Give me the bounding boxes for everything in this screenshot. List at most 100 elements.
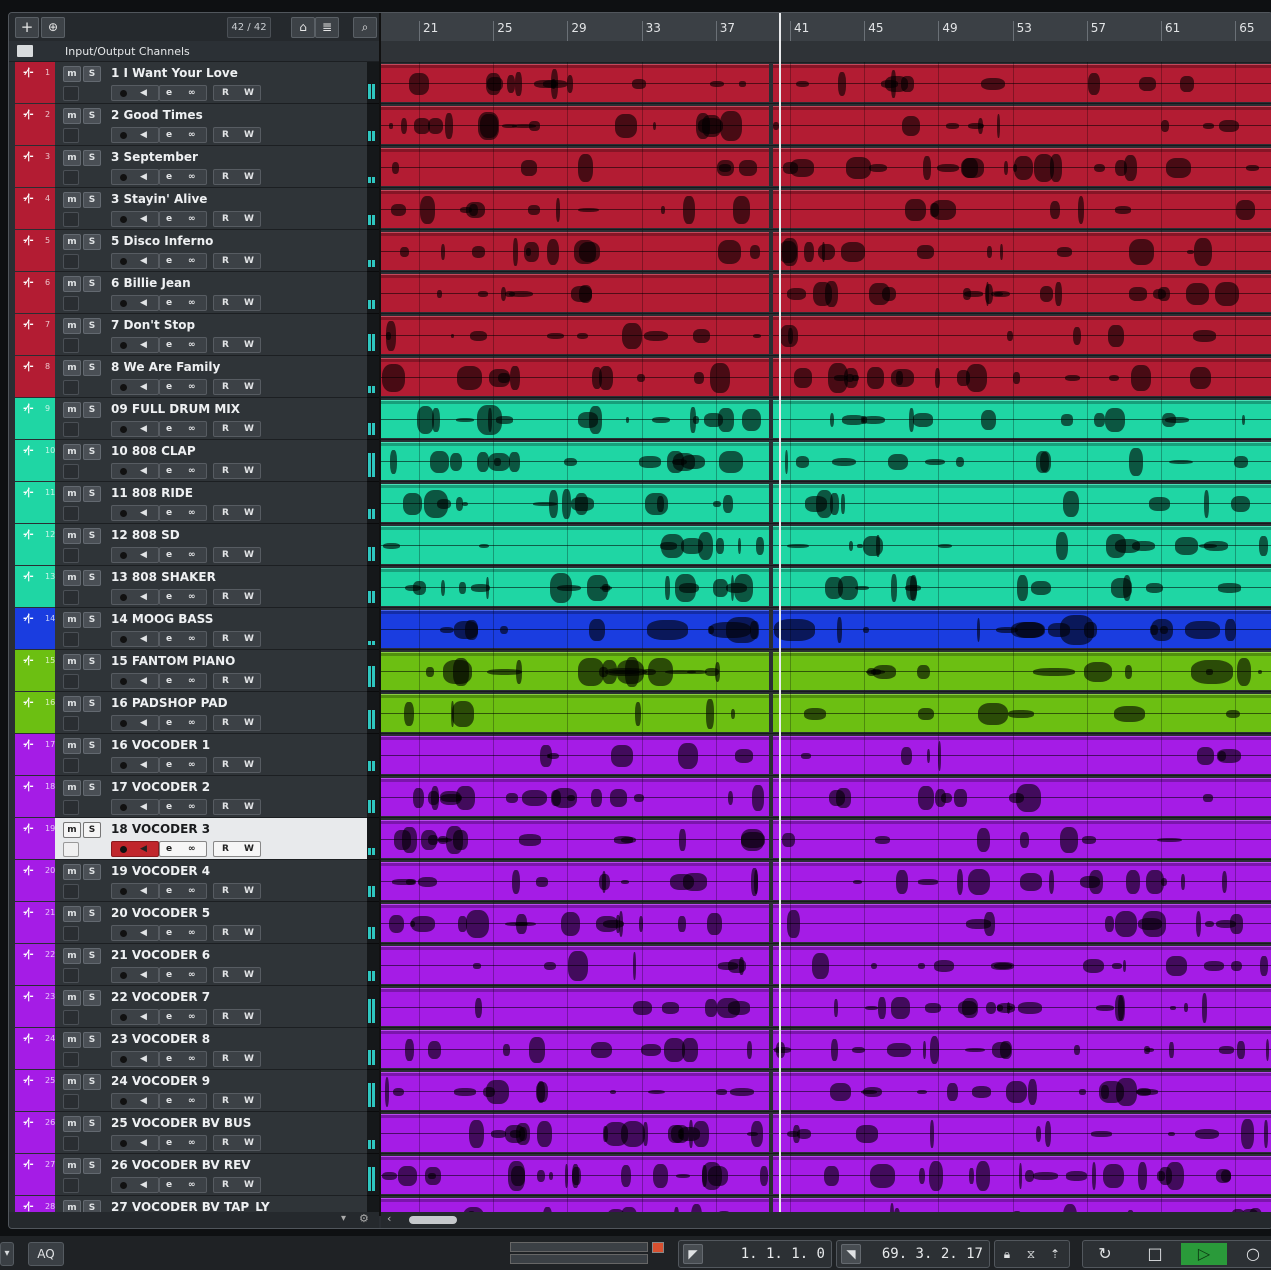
edit-icon[interactable]: e xyxy=(166,86,172,100)
track-color-strip[interactable]: -⁄|- 14 xyxy=(15,608,55,649)
track-row[interactable]: -⁄|- 27 m S 26 VOCODER BV REV ◀ e ∞ R W xyxy=(9,1154,1271,1196)
automation-group[interactable]: R W xyxy=(213,547,261,563)
solo-button[interactable]: S xyxy=(83,654,101,670)
track-lane[interactable] xyxy=(381,608,1271,650)
track-row[interactable]: -⁄|- 12 m S 12 808 SD ◀ e ∞ R W xyxy=(9,524,1271,566)
track-name[interactable]: 25 VOCODER BV BUS xyxy=(111,1116,251,1130)
ruler-bar-37[interactable]: 37 xyxy=(715,21,735,41)
track-header[interactable]: m S 2 Good Times ◀ e ∞ R W xyxy=(55,104,367,146)
read-button[interactable]: R xyxy=(222,1010,229,1024)
ruler-bar-21[interactable]: 21 xyxy=(419,21,438,41)
record-enable-icon[interactable] xyxy=(120,1098,127,1105)
edit-group[interactable]: e ∞ xyxy=(159,127,207,143)
track-header[interactable]: m S 19 VOCODER 4 ◀ e ∞ R W xyxy=(55,860,367,902)
audio-event[interactable] xyxy=(381,862,769,900)
track-header[interactable]: m S 11 808 RIDE ◀ e ∞ R W xyxy=(55,482,367,524)
track-lane[interactable] xyxy=(381,1196,1271,1212)
track-name[interactable]: 20 VOCODER 5 xyxy=(111,906,210,920)
read-button[interactable]: R xyxy=(222,716,229,730)
monitor-icon[interactable]: ◀ xyxy=(140,758,147,772)
left-locator-icon[interactable]: ◤ xyxy=(683,1244,703,1264)
record-enable-group[interactable]: ◀ xyxy=(111,589,159,605)
edit-group[interactable]: e ∞ xyxy=(159,85,207,101)
record-enable-icon[interactable] xyxy=(120,1056,127,1063)
ruler-bar-33[interactable]: 33 xyxy=(641,21,661,41)
track-select-checkbox[interactable] xyxy=(63,1094,79,1109)
record-enable-group[interactable]: ◀ xyxy=(111,379,159,395)
audio-event[interactable] xyxy=(773,484,1271,522)
track-row[interactable]: -⁄|- 13 m S 13 808 SHAKER ◀ e ∞ R W xyxy=(9,566,1271,608)
monitor-icon[interactable]: ◀ xyxy=(140,1094,147,1108)
track-row[interactable]: -⁄|- 8 m S 8 We Are Family ◀ e ∞ R W xyxy=(9,356,1271,398)
track-lane[interactable] xyxy=(381,650,1271,692)
link-icon[interactable]: ∞ xyxy=(188,254,196,268)
audio-event[interactable] xyxy=(773,652,1271,690)
read-button[interactable]: R xyxy=(222,380,229,394)
record-enable-group[interactable]: ◀ xyxy=(111,925,159,941)
track-color-strip[interactable]: -⁄|- 5 xyxy=(15,230,55,271)
audio-event[interactable] xyxy=(773,820,1271,858)
track-select-checkbox[interactable] xyxy=(63,86,79,101)
monitor-icon[interactable]: ◀ xyxy=(140,632,147,646)
gear-icon[interactable]: ⚙ xyxy=(359,1212,369,1225)
solo-button[interactable]: S xyxy=(83,1158,101,1174)
write-button[interactable]: W xyxy=(244,506,254,520)
ruler-lower-lane[interactable] xyxy=(381,41,1271,63)
write-button[interactable]: W xyxy=(244,968,254,982)
ruler-bar-49[interactable]: 49 xyxy=(938,21,958,41)
automation-group[interactable]: R W xyxy=(213,799,261,815)
track-select-checkbox[interactable] xyxy=(63,590,79,605)
audio-event[interactable] xyxy=(773,736,1271,774)
audio-event[interactable] xyxy=(773,694,1271,732)
solo-button[interactable]: S xyxy=(83,990,101,1006)
track-lane[interactable] xyxy=(381,272,1271,314)
record-enable-icon[interactable] xyxy=(120,174,127,181)
write-button[interactable]: W xyxy=(244,926,254,940)
audio-event[interactable] xyxy=(773,946,1271,984)
edit-icon[interactable]: e xyxy=(166,590,172,604)
mute-button[interactable]: m xyxy=(63,150,81,166)
ruler-bar-41[interactable]: 41 xyxy=(790,21,809,41)
solo-button[interactable]: S xyxy=(83,234,101,250)
track-header[interactable]: m S 23 VOCODER 8 ◀ e ∞ R W xyxy=(55,1028,367,1070)
edit-group[interactable]: e ∞ xyxy=(159,673,207,689)
audio-event[interactable] xyxy=(381,820,769,858)
record-enable-icon[interactable] xyxy=(120,636,127,643)
track-lane[interactable] xyxy=(381,1028,1271,1070)
edit-group[interactable]: e ∞ xyxy=(159,1009,207,1025)
edit-group[interactable]: e ∞ xyxy=(159,337,207,353)
monitor-icon[interactable]: ◀ xyxy=(140,968,147,982)
track-row[interactable]: -⁄|- 25 m S 24 VOCODER 9 ◀ e ∞ R W xyxy=(9,1070,1271,1112)
timeline-ruler[interactable]: 21 25 29 33 37 41 45 49 53 57 61 65 xyxy=(381,13,1271,42)
track-row[interactable]: -⁄|- 17 m S 16 VOCODER 1 ◀ e ∞ R W xyxy=(9,734,1271,776)
right-locator[interactable]: ◥ 69. 3. 2. 17 xyxy=(836,1240,990,1268)
track-row[interactable]: -⁄|- 19 m S 18 VOCODER 3 ◀ e ∞ R W xyxy=(9,818,1271,860)
audio-event[interactable] xyxy=(773,568,1271,606)
automation-group[interactable]: R W xyxy=(213,253,261,269)
audio-event[interactable] xyxy=(773,862,1271,900)
edit-icon[interactable]: e xyxy=(166,716,172,730)
track-select-checkbox[interactable] xyxy=(63,1178,79,1193)
track-lane[interactable] xyxy=(381,986,1271,1028)
edit-icon[interactable]: e xyxy=(166,1010,172,1024)
read-button[interactable]: R xyxy=(222,422,229,436)
track-lane[interactable] xyxy=(381,524,1271,566)
monitor-icon[interactable]: ◀ xyxy=(140,926,147,940)
link-icon[interactable]: ∞ xyxy=(188,968,196,982)
audio-event[interactable] xyxy=(381,1030,769,1068)
link-icon[interactable]: ∞ xyxy=(188,674,196,688)
solo-button[interactable]: S xyxy=(83,696,101,712)
track-lane[interactable] xyxy=(381,776,1271,818)
audio-event[interactable] xyxy=(381,610,769,648)
edit-icon[interactable]: e xyxy=(166,632,172,646)
track-select-checkbox[interactable] xyxy=(63,548,79,563)
edit-icon[interactable]: e xyxy=(166,1052,172,1066)
edit-icon[interactable]: e xyxy=(166,842,172,856)
track-header[interactable]: m S 16 PADSHOP PAD ◀ e ∞ R W xyxy=(55,692,367,734)
track-header[interactable]: m S 7 Don't Stop ◀ e ∞ R W xyxy=(55,314,367,356)
automation-group[interactable]: R W xyxy=(213,421,261,437)
write-button[interactable]: W xyxy=(244,1094,254,1108)
read-button[interactable]: R xyxy=(222,464,229,478)
monitor-icon[interactable]: ◀ xyxy=(140,800,147,814)
track-name[interactable]: 22 VOCODER 7 xyxy=(111,990,210,1004)
